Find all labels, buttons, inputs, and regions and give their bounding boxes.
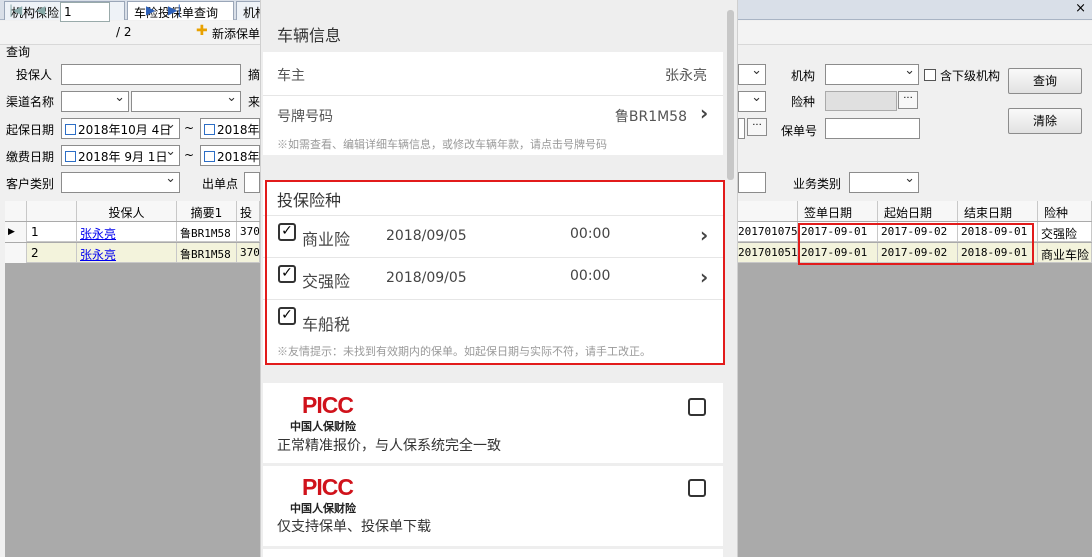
row-num: 1 <box>27 222 77 242</box>
pay-date-to-picker[interactable]: 2018年 <box>200 145 260 166</box>
offer-description: 仅支持保单、投保单下载 <box>277 519 431 535</box>
include-sub-checkbox[interactable] <box>924 69 936 81</box>
customer-type-select[interactable] <box>61 171 180 193</box>
source-label: 来 <box>248 95 260 109</box>
org-label: 机构 <box>791 69 816 83</box>
add-icon: ✚ <box>196 23 208 39</box>
offer-checkbox[interactable] <box>688 479 706 497</box>
business-type-label: 业务类别 <box>793 177 842 191</box>
header-corner <box>5 201 27 221</box>
last-page-icon[interactable]: ▶| <box>168 3 181 17</box>
header-end-date[interactable]: 结束日期 <box>958 201 1038 221</box>
offer-card-partial <box>263 549 723 557</box>
header-start-date[interactable]: 起始日期 <box>878 201 958 221</box>
row-num: 2 <box>27 243 77 263</box>
type-cell: 商业车险 <box>1038 243 1092 263</box>
policy-no-label: 保单号 <box>781 124 818 138</box>
partial-select-2[interactable] <box>738 90 766 112</box>
pay-date-from-checkbox[interactable] <box>65 151 76 162</box>
row-indicator: ▶ <box>5 222 27 242</box>
start-date-to-value: 2018年 <box>217 123 260 137</box>
panel-scrollbar[interactable] <box>727 10 734 180</box>
chevron-right-icon[interactable]: › <box>700 101 708 125</box>
plate-label: 号牌号码 <box>277 109 333 125</box>
start-date-from-value: 2018年10月 4日 <box>78 123 172 137</box>
channel-select-1[interactable] <box>61 90 129 112</box>
insurance-type-input[interactable] <box>825 91 897 111</box>
summary-cell: 鲁BR1M58 <box>177 222 237 242</box>
header-policy-tail <box>738 201 798 221</box>
start-date-label: 起保日期 <box>6 123 55 137</box>
picc-logo: PICC <box>302 474 354 500</box>
vehicle-section-title: 车辆信息 <box>277 26 342 45</box>
business-type-select[interactable] <box>849 171 919 193</box>
insurance-type-label: 险种 <box>791 95 816 109</box>
start-date-from-checkbox[interactable] <box>65 124 76 135</box>
start-date-to-picker[interactable]: 2018年 <box>200 118 260 139</box>
query-button[interactable]: 查询 <box>1008 68 1082 94</box>
date-range-separator: ~ <box>184 121 195 135</box>
partial-select-1[interactable] <box>738 63 766 85</box>
issue-point-input[interactable] <box>244 172 260 193</box>
include-sub-label: 含下级机构 <box>940 69 1001 83</box>
query-group-label: 查询 <box>6 45 31 59</box>
issue-point-label: 出单点 <box>202 177 239 191</box>
channel-select-2[interactable] <box>131 90 241 112</box>
summary-label: 摘 <box>248 68 260 82</box>
date-range-separator: ~ <box>184 148 195 162</box>
picc-logo-subtitle: 中国人保财险 <box>290 502 356 515</box>
partial-cell: 370 <box>237 243 260 263</box>
picc-logo-subtitle: 中国人保财险 <box>290 420 356 433</box>
insurer-label: 投保人 <box>16 68 53 82</box>
partial-input-5[interactable] <box>738 172 766 193</box>
header-sign-date[interactable]: 签单日期 <box>798 201 878 221</box>
policy-no-input[interactable] <box>825 118 920 139</box>
header-type[interactable]: 险种 <box>1038 201 1092 221</box>
next-page-icon[interactable]: ▶ <box>146 3 155 17</box>
customer-type-label: 客户类别 <box>6 177 55 191</box>
clear-button[interactable]: 清除 <box>1008 108 1082 134</box>
pay-date-from-value: 2018年 9月 1日 <box>78 150 168 164</box>
plate-value: 鲁BR1M58 <box>614 109 687 125</box>
partial-input-3[interactable] <box>738 118 745 139</box>
partial-cell: 370 <box>237 222 260 242</box>
close-tab-icon[interactable]: × <box>1075 1 1086 16</box>
picc-logo: PICC <box>302 392 354 418</box>
row-indicator <box>5 243 27 263</box>
channel-label: 渠道名称 <box>6 95 55 109</box>
dates-highlight-box <box>798 223 1034 265</box>
pay-date-from-picker[interactable]: 2018年 9月 1日 <box>61 144 180 166</box>
header-insurer[interactable]: 投保人 <box>77 201 177 221</box>
insurer-link[interactable]: 张永亮 <box>77 243 177 263</box>
policy-tail-cell: 2017010518 <box>738 243 798 263</box>
owner-value: 张永亮 <box>665 68 707 84</box>
org-select[interactable] <box>825 63 919 85</box>
start-date-from-picker[interactable]: 2018年10月 4日 <box>61 117 180 139</box>
prev-page-icon[interactable]: ◀ <box>36 3 45 17</box>
add-policy-button[interactable]: 新添保单 <box>212 25 260 42</box>
summary-cell: 鲁BR1M58 <box>177 243 237 263</box>
pay-date-label: 缴费日期 <box>6 150 55 164</box>
offer-checkbox[interactable] <box>688 398 706 416</box>
vehicle-note: ※如需查看、编辑详细车辆信息，或修改车辆年款，请点击号牌号码 <box>277 138 607 151</box>
header-partial[interactable]: 投 <box>237 201 260 221</box>
pay-date-to-value: 2018年 <box>217 150 260 164</box>
insurer-link[interactable]: 张永亮 <box>77 222 177 242</box>
insurance-highlight-box <box>265 180 725 365</box>
owner-label: 车主 <box>277 68 305 84</box>
header-summary[interactable]: 摘要1 <box>177 201 237 221</box>
page-number-input[interactable]: 1 <box>60 2 110 22</box>
pay-date-to-checkbox[interactable] <box>204 151 215 162</box>
partial-ellipsis-button[interactable]: ··· <box>747 118 767 136</box>
policy-tail-cell: 2017010754 <box>738 222 798 242</box>
header-num <box>27 201 77 221</box>
first-page-icon[interactable]: |◀ <box>9 3 22 17</box>
start-date-to-checkbox[interactable] <box>204 124 215 135</box>
insurance-type-ellipsis-button[interactable]: ··· <box>898 91 918 109</box>
offer-description: 正常精准报价，与人保系统完全一致 <box>277 438 501 454</box>
page-total: / 2 <box>116 25 132 39</box>
type-cell: 交强险 <box>1038 222 1092 242</box>
insurer-input[interactable] <box>61 64 241 85</box>
